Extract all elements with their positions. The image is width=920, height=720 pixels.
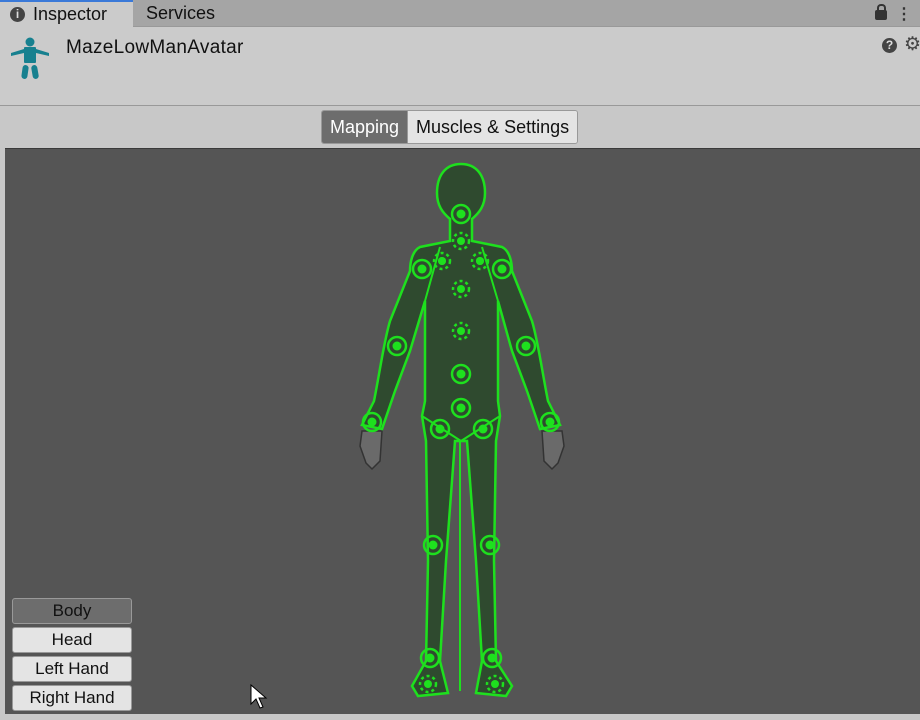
bone-joint-dot bbox=[457, 327, 465, 335]
tab-mapping[interactable]: Mapping bbox=[322, 111, 409, 143]
asset-title: MazeLowManAvatar bbox=[66, 37, 244, 58]
more-menu-icon[interactable]: ⋮ bbox=[896, 4, 912, 24]
gear-icon[interactable]: ⚙ bbox=[904, 33, 920, 56]
bone-joint-dot bbox=[497, 264, 507, 274]
bone-joint-dot bbox=[478, 424, 488, 434]
bone-joint-dot bbox=[438, 257, 446, 265]
bone-joint-dot bbox=[456, 403, 466, 413]
mouse-cursor-icon bbox=[250, 684, 268, 709]
info-icon: i bbox=[10, 7, 25, 22]
bone-joint-dot bbox=[456, 369, 466, 379]
tab-services[interactable]: Services bbox=[146, 0, 215, 26]
view-selector: Body Head Left Hand Right Hand bbox=[12, 598, 132, 714]
body-diagram bbox=[359, 162, 565, 698]
body-view-button[interactable]: Body bbox=[12, 598, 132, 624]
head-view-button[interactable]: Head bbox=[12, 627, 132, 653]
bone-joint-dot bbox=[521, 341, 531, 351]
bone-joint-dot bbox=[476, 257, 484, 265]
bone-joint-dot bbox=[428, 540, 438, 550]
bone-joint-dot bbox=[491, 680, 499, 688]
bone-joint-dot bbox=[456, 209, 466, 219]
mode-toggle: Mapping Muscles & Settings bbox=[321, 110, 579, 144]
bottom-bar bbox=[0, 714, 920, 718]
bone-joint-dot bbox=[367, 417, 377, 427]
bone-joint-dot bbox=[425, 653, 435, 663]
tab-inspector[interactable]: i Inspector bbox=[0, 0, 133, 27]
bone-joint-dot bbox=[417, 264, 427, 274]
bone-joint-dot bbox=[424, 680, 432, 688]
tab-bar: i Inspector Services ⋮ bbox=[0, 0, 920, 27]
bone-joint-dot bbox=[435, 424, 445, 434]
bone-joint-dot bbox=[457, 237, 465, 245]
avatar-icon bbox=[11, 37, 49, 79]
bone-joint-dot bbox=[485, 540, 495, 550]
right-hand-view-button[interactable]: Right Hand bbox=[12, 685, 132, 711]
avatar-viewport bbox=[5, 148, 920, 715]
bone-joint-dot bbox=[487, 653, 497, 663]
bone-joint-dot bbox=[545, 417, 555, 427]
left-hand-view-button[interactable]: Left Hand bbox=[12, 656, 132, 682]
inspector-header: MazeLowManAvatar ? ⚙ bbox=[0, 27, 920, 106]
lock-icon[interactable] bbox=[875, 4, 887, 20]
help-icon[interactable]: ? bbox=[882, 38, 897, 53]
bone-joint-dot bbox=[392, 341, 402, 351]
bone-joint-dot bbox=[457, 285, 465, 293]
tab-muscles-settings[interactable]: Muscles & Settings bbox=[408, 111, 578, 143]
tab-label: Inspector bbox=[33, 4, 108, 24]
